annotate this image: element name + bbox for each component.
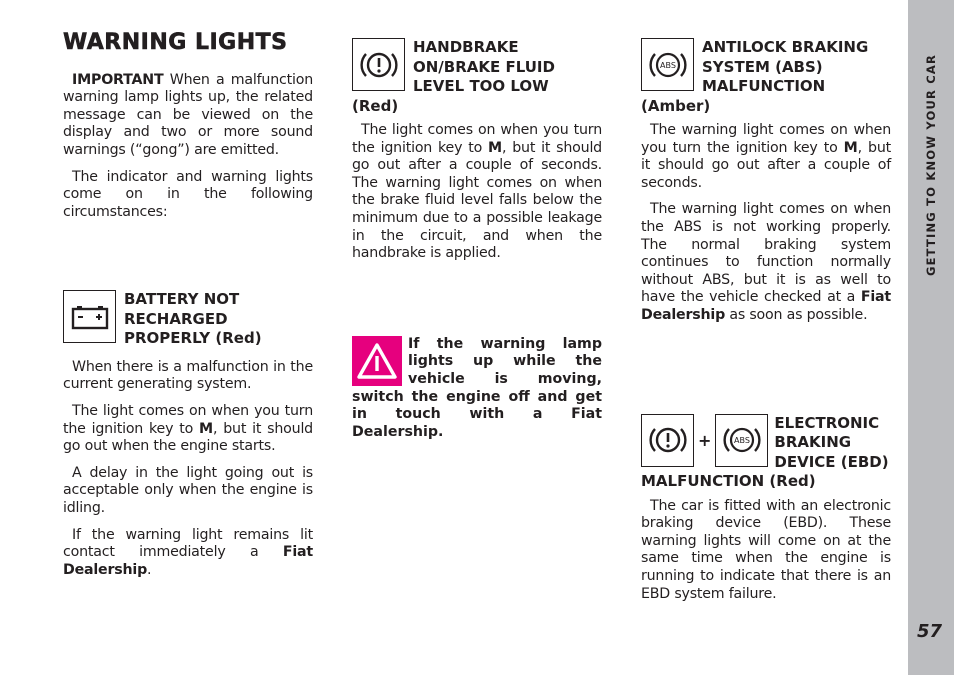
ebd-heading: + ABS ELECTRONIC BRAKING DEVICE (EBD)	[641, 413, 891, 473]
battery-icon	[63, 290, 116, 344]
battery-paragraph-2: The light comes on when you turn the ign…	[63, 403, 313, 455]
page-title: WARNING LIGHTS	[63, 30, 288, 55]
plus-sign: +	[698, 430, 712, 450]
svg-text:ABS: ABS	[734, 436, 750, 445]
column-left: WARNING LIGHTS IMPORTANT When a malfunct…	[63, 30, 314, 588]
brake-warning-icon	[641, 413, 694, 467]
abs-heading: ABS ANTILOCK BRAKING SYSTEM (ABS) MALFUN…	[641, 38, 891, 97]
column-middle: HANDBRAKE ON/BRAKE FLUID LEVEL TOO LOW (…	[352, 38, 602, 441]
abs-icon: ABS	[715, 413, 769, 467]
handbrake-paragraph: The light comes on when you turn the ign…	[352, 122, 602, 262]
intro-paragraph: IMPORTANT When a malfunction warning lam…	[63, 72, 313, 160]
ebd-title: ELECTRONIC BRAKING DEVICE (EBD)	[774, 413, 889, 471]
battery-paragraph-3: A delay in the light going out is accept…	[63, 464, 313, 516]
section-title: GETTING TO KNOW YOUR CAR	[924, 53, 938, 277]
warning-triangle-icon	[352, 335, 402, 386]
handbrake-color-label: (Red)	[352, 96, 399, 115]
battery-heading: BATTERY NOT RECHARGED PROPERLY (Red)	[63, 290, 313, 349]
svg-text:ABS: ABS	[660, 61, 676, 70]
ebd-title-cont: MALFUNCTION (Red)	[641, 472, 816, 491]
battery-title: BATTERY NOT RECHARGED PROPERLY (Red)	[124, 290, 262, 348]
handbrake-title: HANDBRAKE ON/BRAKE FLUID LEVEL TOO LOW	[413, 38, 555, 95]
abs-paragraph-1: The warning light comes on when you turn…	[641, 122, 891, 191]
battery-paragraph-4: If the warning light remains lit contact…	[63, 526, 313, 578]
ebd-paragraph: The car is fitted with an electronic bra…	[641, 497, 891, 602]
column-right: ABS ANTILOCK BRAKING SYSTEM (ABS) MALFUN…	[641, 38, 891, 612]
abs-title: ANTILOCK BRAKING SYSTEM (ABS) MALFUNCTIO…	[702, 38, 869, 95]
page-number: 57	[917, 621, 943, 642]
intro-paragraph-2: The indicator and warning lights come on…	[63, 168, 313, 220]
abs-icon: ABS	[641, 38, 694, 91]
battery-paragraph-1: When there is a malfunction in the curre…	[63, 358, 313, 393]
abs-paragraph-2: The warning light comes on when the ABS …	[641, 201, 891, 323]
handbrake-heading: HANDBRAKE ON/BRAKE FLUID LEVEL TOO LOW	[352, 38, 602, 97]
important-label: IMPORTANT	[72, 71, 164, 88]
brake-warning-icon	[352, 38, 405, 91]
abs-color-label: (Amber)	[641, 96, 711, 115]
